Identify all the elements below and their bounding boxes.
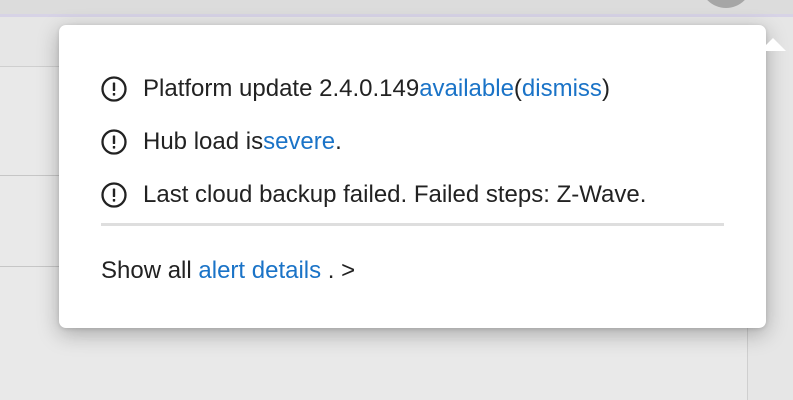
alert-text: )	[601, 74, 610, 102]
alert-text: (	[513, 74, 522, 102]
exclamation-circle-icon	[100, 181, 128, 209]
alert-item-cloud-backup: Last cloud backup failed. Failed steps: …	[100, 168, 740, 221]
popover-arrow	[760, 38, 786, 51]
exclamation-circle-icon	[100, 75, 128, 103]
background-topbar	[0, 0, 793, 17]
screen: Platform update 2.4.0.149 available ( di…	[0, 0, 793, 400]
alert-text: Platform update 2.4.0.149	[143, 74, 420, 102]
hub-load-severe-link[interactable]: severe	[263, 128, 335, 156]
background-divider	[0, 175, 60, 176]
alert-item-hub-load: Hub load is severe .	[100, 115, 740, 168]
alert-list: Platform update 2.4.0.149 available ( di…	[100, 62, 740, 221]
alert-text: Hub load is	[143, 127, 264, 155]
update-available-link[interactable]: available	[419, 75, 514, 103]
dismiss-link[interactable]: dismiss	[522, 75, 602, 103]
alert-text: .	[335, 127, 342, 155]
alert-details-link[interactable]: alert details	[198, 257, 321, 284]
footer-text: . >	[327, 257, 356, 284]
exclamation-circle-icon	[100, 128, 128, 156]
show-all-alerts: Show all alert details . >	[101, 257, 355, 285]
popover-divider	[101, 223, 724, 226]
alert-text: Last cloud backup failed. Failed steps: …	[143, 180, 647, 208]
alert-item-platform-update: Platform update 2.4.0.149 available ( di…	[100, 62, 740, 115]
background-divider	[0, 266, 60, 267]
footer-text: Show all	[101, 257, 199, 284]
alerts-popover: Platform update 2.4.0.149 available ( di…	[59, 25, 786, 328]
